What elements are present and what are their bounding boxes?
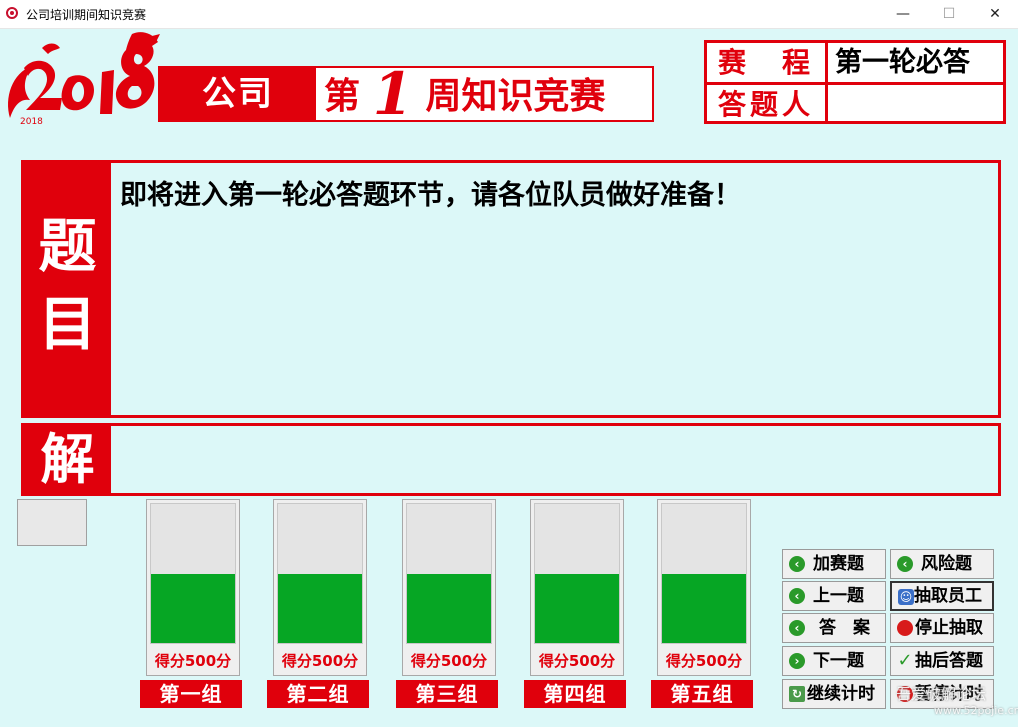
stop-draw-button[interactable]: 停止抽取 — [890, 613, 994, 643]
arrow-left-green-icon: ‹ — [789, 588, 805, 604]
stage-row: 赛 程 第一轮必答 — [707, 43, 1003, 85]
answer-after-draw-button[interactable]: ✓ 抽后答题 — [890, 646, 994, 676]
team-3: 得分500分 第三组 — [396, 499, 498, 709]
draw-employee-label: 抽取员工 — [914, 586, 982, 606]
contest-suffix: 周知识竞赛 — [425, 75, 606, 117]
team-1-meter-track — [150, 503, 236, 644]
minimize-button[interactable]: — — [880, 0, 926, 28]
add-question-button[interactable]: ‹ 加赛题 — [782, 549, 886, 579]
question-text: 即将进入第一轮必答题环节，请各位队员做好准备！ — [120, 180, 741, 211]
continue-timer-button[interactable]: ↻ 继续计时 — [782, 679, 886, 709]
add-question-label: 加赛题 — [813, 554, 864, 574]
team-5-name: 第五组 — [651, 680, 753, 708]
answer-side-label: 解 — [24, 426, 111, 493]
prev-question-label: 上一题 — [813, 586, 864, 606]
answer-button[interactable]: ‹ 答 案 — [782, 613, 886, 643]
arrow-left-green-icon: ‹ — [789, 556, 805, 572]
question-label-char-2: 目 — [38, 290, 97, 358]
app-icon — [6, 7, 18, 19]
team-5: 得分500分 第五组 — [651, 499, 753, 709]
answer-button-label: 答 案 — [819, 618, 870, 638]
blank-button[interactable] — [17, 499, 87, 546]
arrow-right-green-icon: › — [789, 653, 805, 669]
company-label: 公司 — [160, 68, 316, 120]
team-1: 得分500分 第一组 — [140, 499, 242, 709]
risk-question-label: 风险题 — [921, 554, 972, 574]
watermark-url: www.52pojie.cn — [934, 704, 1018, 717]
red-dot-icon — [897, 620, 913, 636]
team-3-score-fill — [407, 573, 491, 643]
team-2-score-fill — [278, 573, 362, 643]
team-3-name: 第三组 — [396, 680, 498, 708]
window-titlebar: 公司培训期间知识竞赛 — ☐ ✕ — [0, 0, 1018, 29]
team-2-meter: 得分500分 — [273, 499, 367, 676]
team-2-meter-track — [277, 503, 363, 644]
prev-question-button[interactable]: ‹ 上一题 — [782, 581, 886, 611]
team-5-score-fill — [662, 573, 746, 643]
stage-value: 第一轮必答 — [835, 47, 970, 78]
maximize-button[interactable]: ☐ — [926, 0, 972, 28]
team-4-meter: 得分500分 — [530, 499, 624, 676]
contest-title: 第 1 周知识竞赛 — [324, 65, 606, 123]
stop-draw-label: 停止抽取 — [915, 618, 983, 638]
team-4-score: 得分500分 — [538, 652, 616, 670]
team-4: 得分500分 第四组 — [524, 499, 626, 709]
stage-label: 赛 程 — [707, 43, 828, 82]
team-3-meter: 得分500分 — [402, 499, 496, 676]
team-2-score: 得分500分 — [281, 652, 359, 670]
week-number: 1 — [372, 60, 413, 128]
question-panel: 题 目 即将进入第一轮必答题环节，请各位队员做好准备！ — [21, 160, 1001, 418]
team-3-score: 得分500分 — [410, 652, 488, 670]
arrow-left-green-icon: ‹ — [789, 620, 805, 636]
team-5-meter-track — [661, 503, 747, 644]
team-2-name: 第二组 — [267, 680, 369, 708]
team-4-meter-track — [534, 503, 620, 644]
draw-employee-button[interactable]: ☺ 抽取员工 — [890, 581, 994, 611]
logo-year-text: 2018 — [20, 117, 43, 127]
team-1-meter: 得分500分 — [146, 499, 240, 676]
user-icon: ☺ — [898, 589, 914, 605]
risk-question-button[interactable]: ‹ 风险题 — [890, 549, 994, 579]
info-table: 赛 程 第一轮必答 答题人 — [704, 40, 1006, 124]
contest-prefix: 第 — [324, 75, 361, 117]
next-question-label: 下一题 — [813, 651, 864, 671]
team-4-name: 第四组 — [524, 680, 626, 708]
rooster-2018-logo: 2018 — [8, 32, 160, 127]
answer-panel: 解 — [21, 423, 1001, 496]
team-4-score-fill — [535, 573, 619, 643]
close-button[interactable]: ✕ — [972, 0, 1018, 28]
team-5-score: 得分500分 — [665, 652, 743, 670]
refresh-doc-icon: ↻ — [789, 686, 805, 702]
team-1-score: 得分500分 — [154, 652, 232, 670]
answerer-row: 答题人 — [707, 85, 1003, 124]
team-1-name: 第一组 — [140, 680, 242, 708]
question-side-label: 题 目 — [24, 163, 111, 415]
contest-banner: 公司 第 1 周知识竞赛 — [158, 65, 654, 123]
question-label-char-1: 题 — [38, 212, 97, 280]
team-2: 得分500分 第二组 — [267, 499, 369, 709]
team-1-score-fill — [151, 573, 235, 643]
answerer-label: 答题人 — [707, 85, 828, 124]
answer-after-draw-label: 抽后答题 — [915, 651, 983, 671]
team-3-meter-track — [406, 503, 492, 644]
arrow-left-green-icon: ‹ — [897, 556, 913, 572]
continue-timer-label: 继续计时 — [807, 684, 875, 704]
team-5-meter: 得分500分 — [657, 499, 751, 676]
window-title: 公司培训期间知识竞赛 — [26, 8, 147, 22]
next-question-button[interactable]: › 下一题 — [782, 646, 886, 676]
checkmark-icon: ✓ — [897, 650, 913, 671]
watermark-text: 吾爱破解论坛 — [896, 685, 987, 703]
